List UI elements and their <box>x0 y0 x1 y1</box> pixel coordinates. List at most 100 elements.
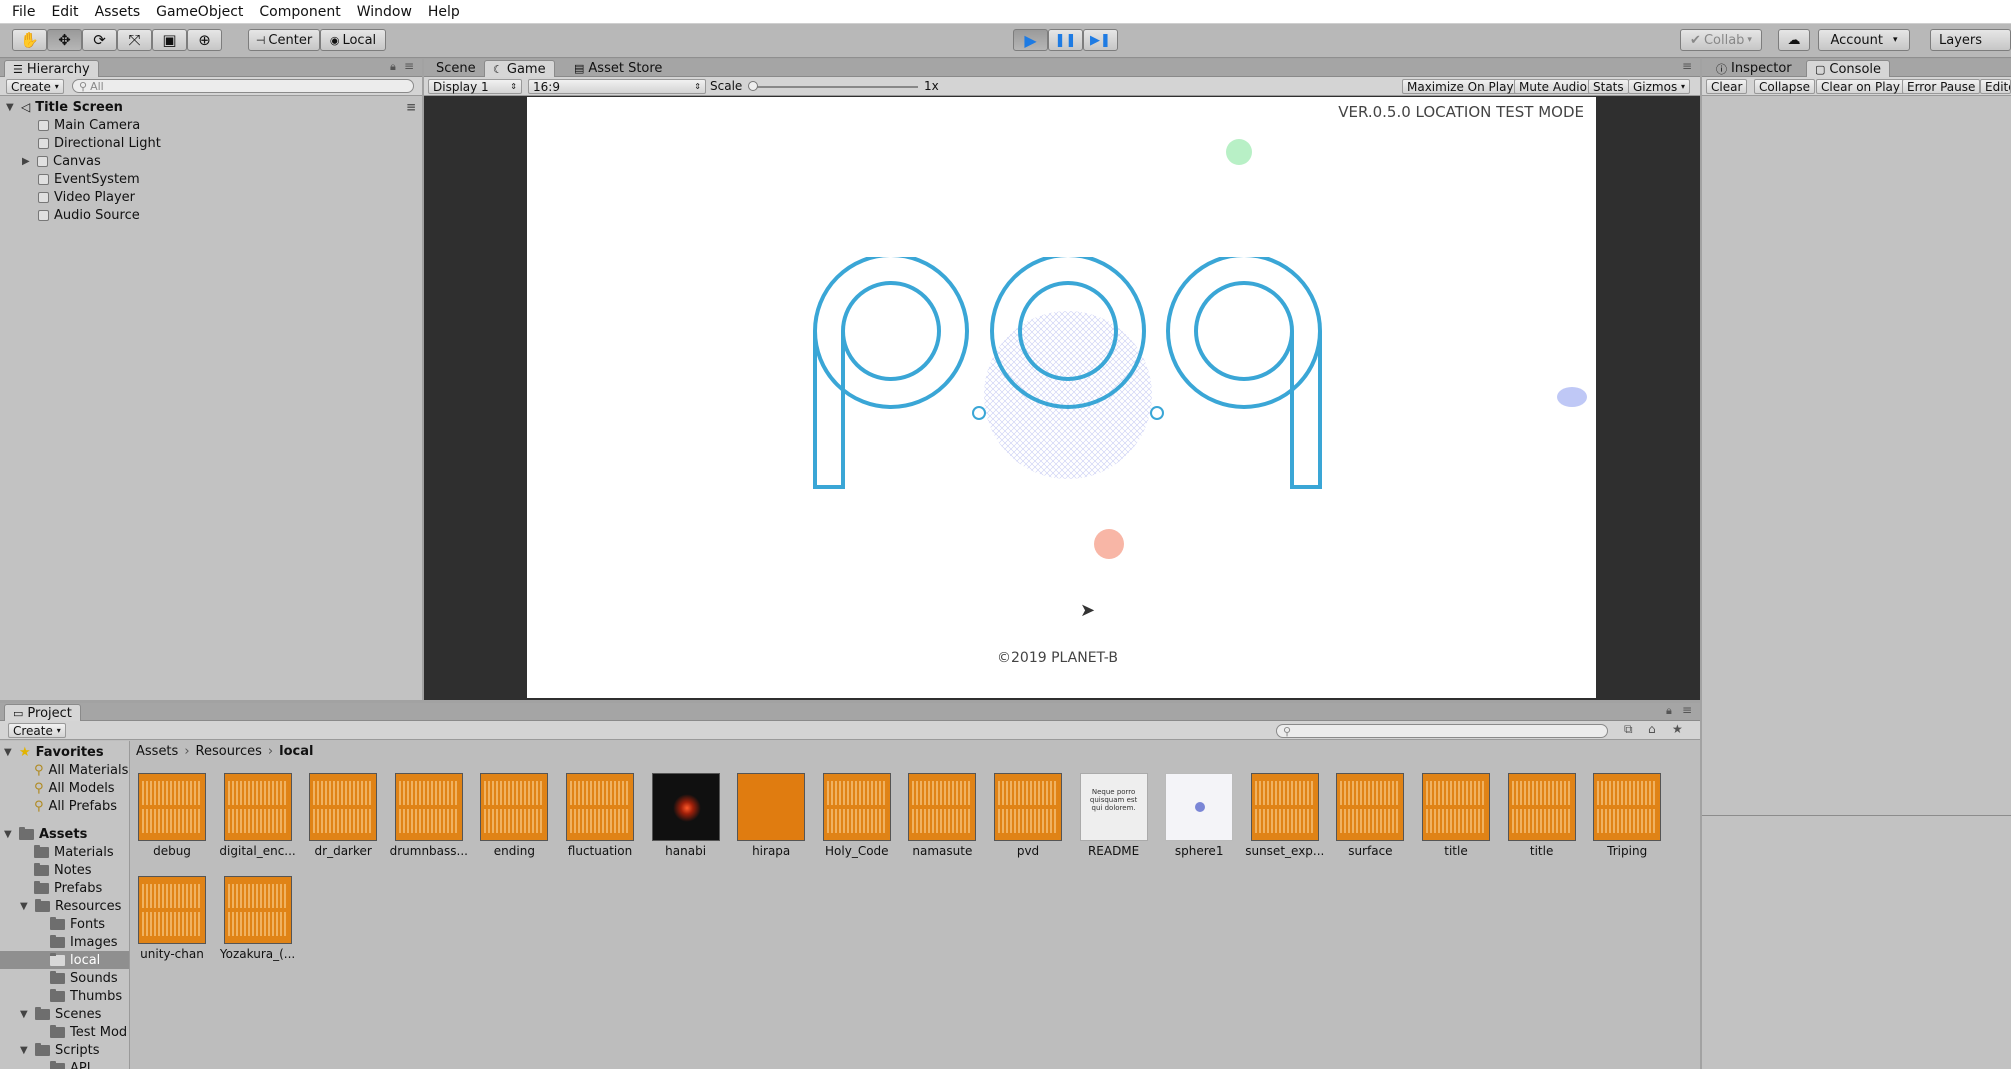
lock-icon[interactable]: 🔒︎ <box>1666 704 1672 718</box>
layers-dropdown[interactable]: Layers <box>1930 29 2011 51</box>
rect-tool-button[interactable]: ▣ <box>152 29 187 51</box>
project-create-dropdown[interactable]: Create ▾ <box>8 723 66 738</box>
assets-root-row[interactable]: ▼ Assets <box>4 825 87 843</box>
scale-slider-thumb[interactable] <box>748 81 758 91</box>
tree-item-images[interactable]: Images <box>50 933 118 951</box>
menu-window[interactable]: Window <box>349 4 420 20</box>
tab-console[interactable]: ▢ Console <box>1806 60 1891 78</box>
asset-item[interactable]: Yozakura_(... <box>218 876 298 961</box>
tab-game[interactable]: ☾ Game <box>484 60 555 78</box>
asset-item[interactable]: namasute <box>902 773 982 858</box>
scene-row[interactable]: ▼ ◁ Title Screen ≡ <box>6 98 416 116</box>
asset-item[interactable]: sunset_exp... <box>1245 773 1325 858</box>
tab-inspector[interactable]: ⓘ Inspector <box>1708 60 1800 77</box>
hierarchy-search-input[interactable]: ⚲ All <box>72 79 414 93</box>
expand-arrow-icon[interactable]: ▼ <box>4 747 14 758</box>
asset-item[interactable]: digital_enc... <box>218 773 298 858</box>
asset-item[interactable]: title <box>1502 773 1582 858</box>
hierarchy-item-main-camera[interactable]: Main Camera <box>38 116 140 134</box>
scale-slider-track[interactable] <box>752 86 918 88</box>
expand-arrow-icon[interactable]: ▼ <box>20 1045 30 1056</box>
asset-item[interactable]: title <box>1416 773 1496 858</box>
tree-item-test-mod[interactable]: Test Mod <box>50 1023 127 1041</box>
panel-menu-icon[interactable]: ≡ <box>404 59 414 73</box>
transform-tool-button[interactable]: ⊕ <box>187 29 222 51</box>
asset-item[interactable]: fluctuation <box>560 773 640 858</box>
collab-dropdown[interactable]: ✔ Collab ▾ <box>1680 29 1762 51</box>
tree-item-resources[interactable]: ▼ Resources <box>20 897 121 915</box>
account-dropdown[interactable]: Account ▾ <box>1818 29 1910 51</box>
filter-label-icon[interactable]: ⌂ <box>1648 722 1656 736</box>
breadcrumb-local[interactable]: local <box>279 744 313 759</box>
asset-item[interactable]: pvd <box>988 773 1068 858</box>
tree-item-api[interactable]: API <box>50 1059 91 1069</box>
scene-menu-icon[interactable]: ≡ <box>406 100 416 114</box>
tree-item-notes[interactable]: Notes <box>34 861 92 879</box>
favorite-item-materials[interactable]: ⚲ All Materials <box>34 761 128 779</box>
breadcrumb-resources[interactable]: Resources <box>196 744 262 759</box>
asset-item[interactable]: hirapa <box>731 773 811 858</box>
tab-asset-store[interactable]: ▤ Asset Store <box>566 60 670 77</box>
tree-item-scenes[interactable]: ▼ Scenes <box>20 1005 101 1023</box>
gizmos-dropdown[interactable]: Gizmos ▾ <box>1628 79 1691 94</box>
game-viewport[interactable]: VER.0.5.0 LOCATION TEST MODE ➤ ©2019 PLA… <box>527 97 1596 698</box>
expand-arrow-icon[interactable]: ▼ <box>20 1009 30 1020</box>
filter-type-icon[interactable]: ⧉ <box>1624 722 1633 737</box>
asset-item[interactable]: ending <box>474 773 554 858</box>
expand-arrow-icon[interactable]: ▼ <box>6 102 16 113</box>
menu-file[interactable]: File <box>4 4 43 20</box>
console-clear-on-play-toggle[interactable]: Clear on Play <box>1816 79 1905 94</box>
step-button[interactable]: ▶❚ <box>1083 29 1118 51</box>
console-error-pause-toggle[interactable]: Error Pause <box>1902 79 1981 94</box>
play-button[interactable]: ▶ <box>1013 29 1048 51</box>
tree-item-fonts[interactable]: Fonts <box>50 915 105 933</box>
asset-item[interactable]: unity-chan <box>132 876 212 961</box>
panel-menu-icon[interactable]: ≡ <box>1682 703 1692 717</box>
tree-item-prefabs[interactable]: Prefabs <box>34 879 102 897</box>
asset-item[interactable]: surface <box>1330 773 1410 858</box>
hierarchy-item-video-player[interactable]: Video Player <box>38 188 135 206</box>
tree-item-sounds[interactable]: Sounds <box>50 969 118 987</box>
menu-help[interactable]: Help <box>420 4 468 20</box>
asset-item[interactable]: Triping <box>1587 773 1667 858</box>
hierarchy-item-audio-source[interactable]: Audio Source <box>38 206 140 224</box>
pivot-center-button[interactable]: ⊣ Center <box>248 29 320 51</box>
tree-item-scripts[interactable]: ▼ Scripts <box>20 1041 99 1059</box>
tree-item-materials[interactable]: Materials <box>34 843 114 861</box>
favorite-item-models[interactable]: ⚲ All Models <box>34 779 115 797</box>
console-editor-dropdown[interactable]: Edito <box>1980 79 2011 94</box>
tree-item-thumbs[interactable]: Thumbs <box>50 987 122 1005</box>
expand-arrow-icon[interactable]: ▼ <box>4 829 14 840</box>
rotate-tool-button[interactable]: ⟳ <box>82 29 117 51</box>
mute-audio-toggle[interactable]: Mute Audio <box>1514 79 1592 94</box>
panel-menu-icon[interactable]: ≡ <box>1682 59 1692 73</box>
menu-assets[interactable]: Assets <box>87 4 149 20</box>
move-tool-button[interactable]: ✥ <box>47 29 82 51</box>
tab-project[interactable]: ▭ Project <box>4 704 81 722</box>
tab-scene[interactable]: Scene <box>428 60 484 77</box>
favorites-row[interactable]: ▼ ★ Favorites <box>4 743 104 761</box>
favorite-star-icon[interactable]: ★ <box>1672 722 1683 736</box>
cloud-button[interactable]: ☁ <box>1778 29 1810 51</box>
asset-item[interactable]: drumnbass... <box>389 773 469 858</box>
expand-arrow-icon[interactable]: ▶ <box>22 156 32 167</box>
expand-arrow-icon[interactable]: ▼ <box>20 901 30 912</box>
menu-gameobject[interactable]: GameObject <box>148 4 251 20</box>
console-collapse-toggle[interactable]: Collapse <box>1754 79 1815 94</box>
asset-item[interactable]: dr_darker <box>303 773 383 858</box>
lock-icon[interactable]: 🔒︎ <box>390 60 396 74</box>
asset-item[interactable]: hanabi <box>646 773 726 858</box>
aspect-dropdown[interactable]: 16:9 ⇕ <box>528 79 706 94</box>
hand-tool-button[interactable]: ✋ <box>12 29 47 51</box>
display-dropdown[interactable]: Display 1 ⇕ <box>428 79 522 94</box>
pivot-local-button[interactable]: ◉ Local <box>320 29 386 51</box>
asset-item[interactable]: sphere1 <box>1159 773 1239 858</box>
menu-edit[interactable]: Edit <box>43 4 86 20</box>
tree-item-local[interactable]: local <box>50 951 100 969</box>
scale-tool-button[interactable]: ⤧ <box>117 29 152 51</box>
hierarchy-item-canvas[interactable]: ▶ Canvas <box>22 152 101 170</box>
asset-item[interactable]: Neque porro quisquam est qui dolorem. REA… <box>1074 773 1154 858</box>
create-dropdown[interactable]: Create ▾ <box>6 79 64 94</box>
tab-hierarchy[interactable]: ☰ Hierarchy <box>4 60 99 78</box>
console-divider[interactable] <box>1702 815 2011 816</box>
